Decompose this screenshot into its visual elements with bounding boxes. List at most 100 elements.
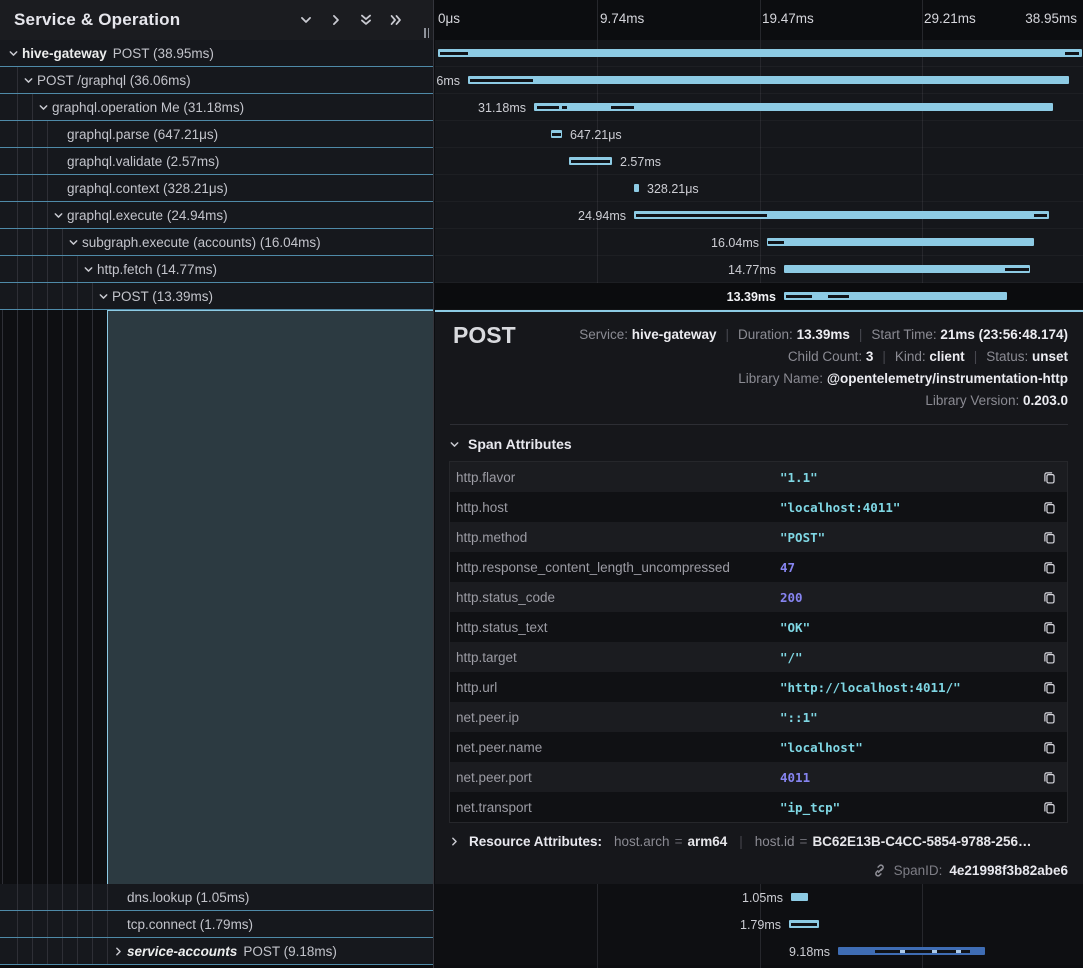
attribute-key: net.transport xyxy=(456,800,780,815)
attribute-row: http.flavor"1.1" xyxy=(450,462,1067,492)
selected-span-subtree-area xyxy=(0,310,433,884)
tree-rows-bottom: dns.lookup (1.05ms)tcp.connect (1.79ms)s… xyxy=(0,884,433,965)
timeline-row: 647.21μs xyxy=(435,121,1083,148)
tree-row[interactable]: graphql.execute (24.94ms) xyxy=(0,202,433,229)
detail-meta-label: Child Count: xyxy=(788,349,866,364)
copy-icon[interactable] xyxy=(1039,530,1057,545)
span-duration-label: 328.21μs xyxy=(647,182,699,196)
span-tree-panel: Service & Operation hive-gatewayPOST (38… xyxy=(0,0,434,968)
link-icon[interactable] xyxy=(872,863,887,878)
tree-row[interactable]: http.fetch (14.77ms) xyxy=(0,256,433,283)
span-duration-bar[interactable] xyxy=(634,184,639,192)
span-duration-bar[interactable] xyxy=(784,292,1007,300)
resource-pair: host.id=BC62E13B-C4CC-5854-9788-256… xyxy=(755,834,1032,849)
resource-value: BC62E13B-C4CC-5854-9788-256… xyxy=(812,834,1031,849)
chevron-down-icon[interactable] xyxy=(53,210,67,221)
chevron-right-icon[interactable] xyxy=(329,13,343,27)
child-span-segment xyxy=(828,295,849,298)
copy-icon[interactable] xyxy=(1039,740,1057,755)
ruler-tick-label: 19.47ms xyxy=(762,11,814,26)
span-duration-label: 14.77ms xyxy=(728,263,776,277)
indent-guide xyxy=(32,148,33,174)
tree-row[interactable]: POST /graphql (36.06ms) xyxy=(0,67,433,94)
attribute-key: net.peer.ip xyxy=(456,710,780,725)
span-attributes-header-label: Span Attributes xyxy=(468,436,572,452)
indent-guide xyxy=(17,884,18,910)
copy-icon[interactable] xyxy=(1039,770,1057,785)
chevron-right-icon[interactable] xyxy=(113,946,127,957)
attribute-row: net.peer.port4011 xyxy=(450,762,1067,792)
attribute-value: "OK" xyxy=(780,620,1039,635)
tree-row[interactable]: subgraph.execute (accounts) (16.04ms) xyxy=(0,229,433,256)
tree-row[interactable]: dns.lookup (1.05ms) xyxy=(0,884,433,911)
detail-meta-value: 3 xyxy=(866,349,874,364)
span-duration-bar[interactable] xyxy=(468,76,1069,84)
attribute-row: http.target"/" xyxy=(450,642,1067,672)
panel-resize-handle[interactable] xyxy=(424,28,429,38)
detail-meta-label: Library Version: xyxy=(925,393,1023,408)
chevron-right-icon[interactable] xyxy=(449,836,460,847)
detail-meta-label: Kind: xyxy=(895,349,930,364)
chevron-down-icon[interactable] xyxy=(299,13,313,27)
span-duration-bar[interactable] xyxy=(438,49,1082,57)
attribute-row: net.peer.name"localhost" xyxy=(450,732,1067,762)
tree-row[interactable]: POST (13.39ms) xyxy=(0,283,433,310)
span-duration-bar[interactable] xyxy=(791,893,808,901)
copy-icon[interactable] xyxy=(1039,470,1057,485)
tree-row[interactable]: hive-gatewayPOST (38.95ms) xyxy=(0,40,433,67)
chevron-down-icon[interactable] xyxy=(98,291,112,302)
child-span-segment xyxy=(611,106,634,109)
tree-row[interactable]: graphql.validate (2.57ms) xyxy=(0,148,433,175)
tree-header: Service & Operation xyxy=(0,0,433,40)
span-attributes-header[interactable]: Span Attributes xyxy=(449,436,572,452)
attribute-row: http.status_code200 xyxy=(450,582,1067,612)
copy-icon[interactable] xyxy=(1039,620,1057,635)
child-span-segment xyxy=(768,241,784,244)
indent-guide xyxy=(47,884,48,910)
chevron-down-icon[interactable] xyxy=(23,75,37,86)
timeline-row: 1.05ms xyxy=(435,884,1083,911)
copy-icon[interactable] xyxy=(1039,650,1057,665)
copy-icon[interactable] xyxy=(1039,560,1057,575)
span-id-row: SpanID: 4e21998f3b82abe6 xyxy=(872,863,1068,878)
chevron-down-icon[interactable] xyxy=(68,237,82,248)
attribute-row: http.host"localhost:4011" xyxy=(450,492,1067,522)
tree-row[interactable]: tcp.connect (1.79ms) xyxy=(0,911,433,938)
resource-attributes-header[interactable]: Resource Attributes: xyxy=(469,834,602,849)
meta-separator: | xyxy=(974,349,978,364)
chevron-down-icon[interactable] xyxy=(8,48,22,59)
detail-meta-value: @opentelemetry/instrumentation-http xyxy=(827,371,1068,386)
tree-row[interactable]: graphql.parse (647.21μs) xyxy=(0,121,433,148)
indent-guide xyxy=(17,229,18,255)
tree-row[interactable]: service-accountsPOST (9.18ms) xyxy=(0,938,433,965)
copy-icon[interactable] xyxy=(1039,500,1057,515)
child-span-segment xyxy=(1065,52,1079,55)
copy-icon[interactable] xyxy=(1039,710,1057,725)
tree-row[interactable]: graphql.operation Me (31.18ms) xyxy=(0,94,433,121)
meta-separator: | xyxy=(882,349,886,364)
span-id-label: SpanID: xyxy=(894,863,943,878)
attribute-row: net.transport"ip_tcp" xyxy=(450,792,1067,822)
detail-meta-label: Service: xyxy=(579,327,632,342)
tree-row[interactable]: graphql.context (328.21μs) xyxy=(0,175,433,202)
chevron-down-icon[interactable] xyxy=(38,102,52,113)
timeline-row: 24.94ms xyxy=(435,202,1083,229)
detail-meta-line: Service: hive-gateway|Duration: 13.39ms|… xyxy=(579,324,1068,346)
indent-guide xyxy=(107,884,108,910)
attribute-value: "/" xyxy=(780,650,1039,665)
copy-icon[interactable] xyxy=(1039,680,1057,695)
span-duration-bar[interactable] xyxy=(784,265,1030,273)
indent-guide xyxy=(32,256,33,282)
chevron-down-icon[interactable] xyxy=(83,264,97,275)
resource-value: arm64 xyxy=(687,834,727,849)
timeline-row: 1.79ms xyxy=(435,911,1083,938)
indent-guide xyxy=(17,67,18,93)
indent-guide xyxy=(32,202,33,228)
child-span-segment xyxy=(1005,268,1029,271)
span-duration-bar[interactable] xyxy=(767,238,1034,246)
double-chevron-down-icon[interactable] xyxy=(359,13,373,27)
copy-icon[interactable] xyxy=(1039,590,1057,605)
copy-icon[interactable] xyxy=(1039,800,1057,815)
detail-divider xyxy=(450,424,1068,425)
double-chevron-right-icon[interactable] xyxy=(389,13,403,27)
